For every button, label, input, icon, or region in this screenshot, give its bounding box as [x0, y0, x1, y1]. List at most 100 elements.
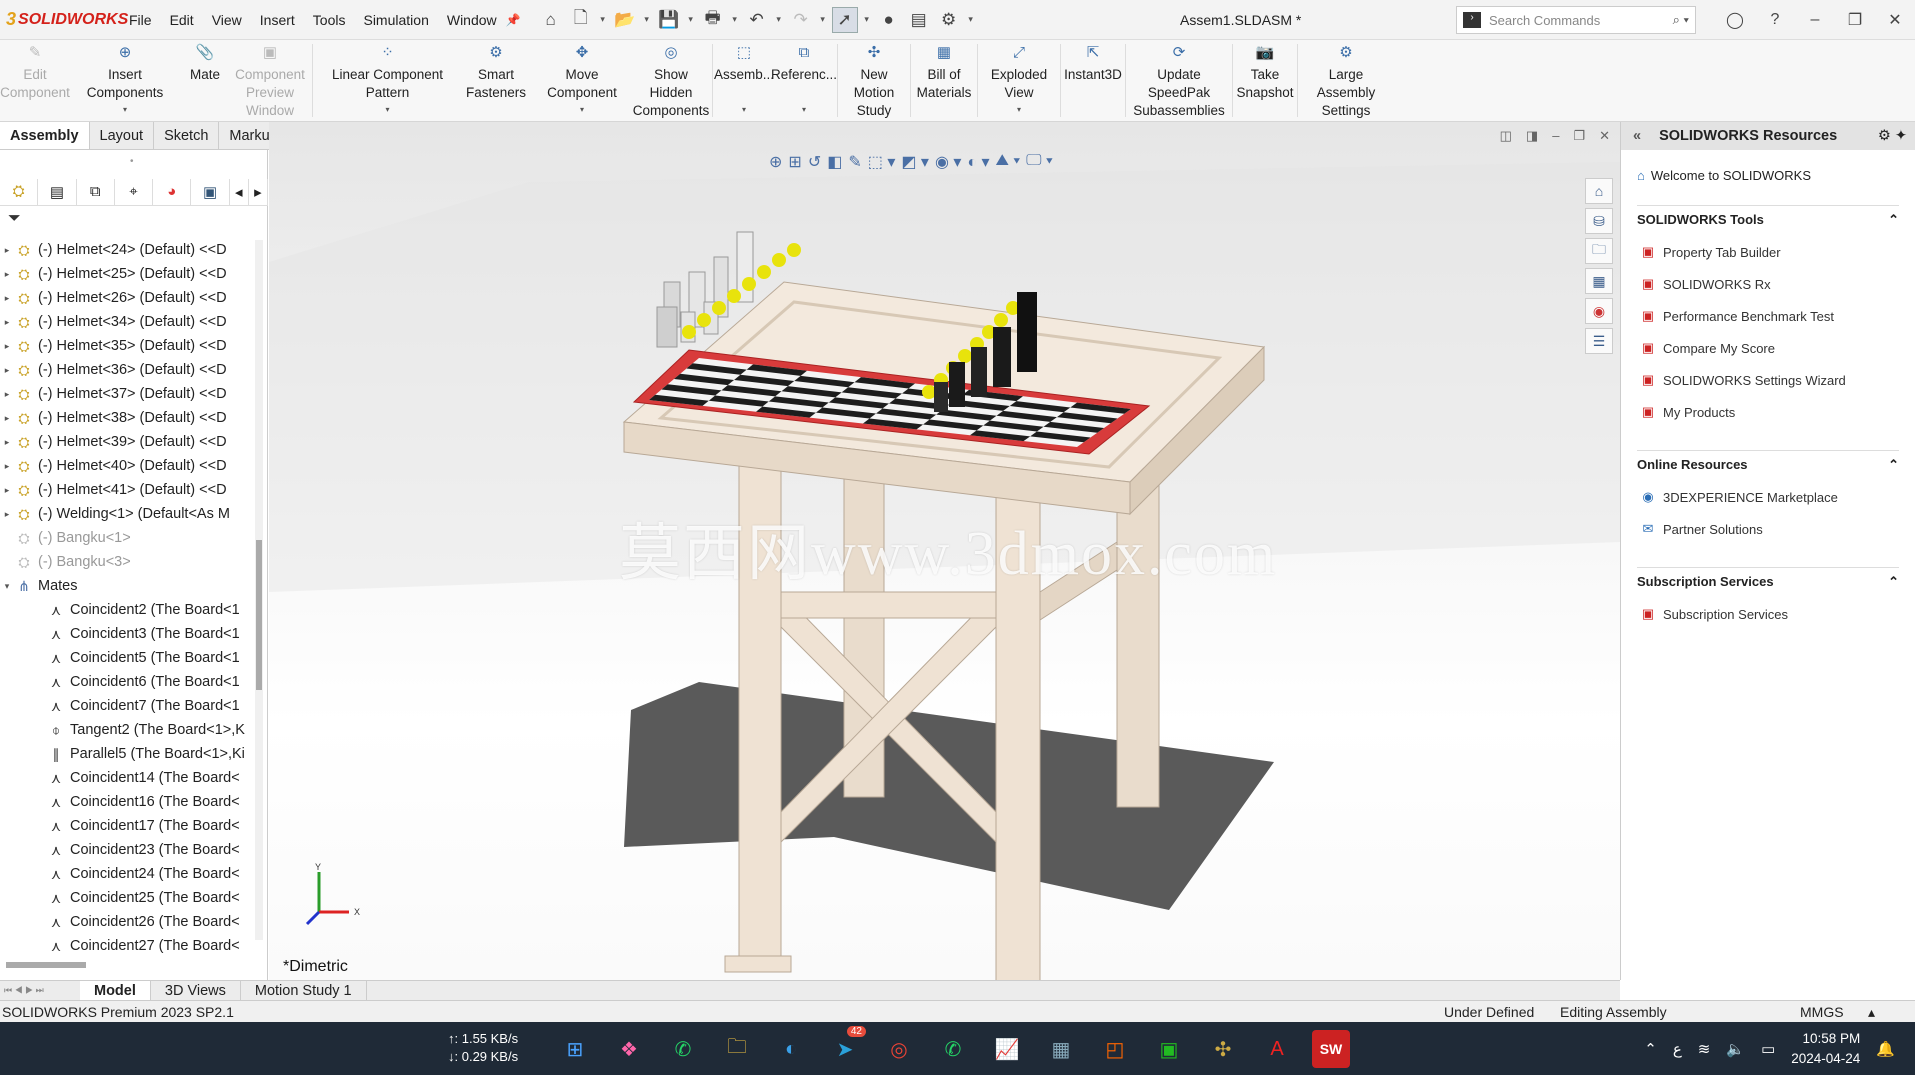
large-assembly-settings-button[interactable]: ⚙ Large Assembly Settings [1300, 40, 1392, 121]
exploded-view-button[interactable]: ⤢ Exploded View ▾ [980, 40, 1058, 121]
close-button[interactable]: ✕ [1875, 10, 1915, 30]
chevron-down-icon[interactable]: ▾ [742, 101, 746, 119]
new-motion-study-button[interactable]: ✣ New Motion Study [840, 40, 908, 121]
battery-icon[interactable]: ▭ [1761, 1040, 1775, 1058]
tree-mate-item[interactable]: ⋏ Coincident27 (The Board< [0, 934, 250, 958]
chevron-left-icon[interactable]: ◂ [230, 178, 249, 205]
expand-icon[interactable]: ▸ [0, 413, 14, 424]
chevron-up-icon[interactable]: ⌃ [1644, 1040, 1657, 1058]
chevron-down-icon[interactable]: ▾ [580, 101, 584, 119]
undo-icon[interactable]: ↶ [744, 7, 770, 33]
tree-component-item[interactable]: ▸ ⛭ (-) Helmet<37> (Default) <<D [0, 382, 250, 406]
menu-window[interactable]: Window [438, 0, 506, 40]
tree-horizontal-scrollbar[interactable] [6, 962, 86, 968]
chevron-down-icon[interactable]: ▾ [802, 101, 806, 119]
section-header[interactable]: Subscription Services ⌃ [1637, 574, 1899, 590]
expand-icon[interactable]: ▸ [0, 509, 14, 520]
assembly-features-button[interactable]: ⬚ Assemb... ▾ [714, 40, 774, 121]
pin-icon[interactable]: 📌 [506, 13, 521, 27]
graphics-viewport[interactable]: ⊕ ⊞ ↺ ◧ ✎ ⬚ ▾ ◩ ▾ ◉ ▾ ◐ ▾ ⛰ ▾ 🖵 ▾ ◫ ◨ – … [269, 122, 1620, 980]
tree-component-item[interactable]: ▸ ⛭ (-) Welding<1> (Default<As M [0, 502, 250, 526]
status-units[interactable]: MMGS [1800, 1001, 1844, 1023]
tab-scroll-controls[interactable]: ⏮ ◀ ▶ ⏭ [0, 981, 80, 1001]
tree-mate-item[interactable]: ⋏ Coincident3 (The Board<1 [0, 622, 250, 646]
options-gear-icon[interactable]: ⚙ [936, 7, 962, 33]
tab-assembly[interactable]: Assembly [0, 122, 90, 149]
expand-icon[interactable]: ▸ [0, 485, 14, 496]
cam-tab-icon[interactable]: ▣ [191, 178, 230, 205]
tab-model[interactable]: Model [80, 980, 151, 1001]
chevron-right-icon[interactable]: ▸ [249, 178, 268, 205]
tree-mate-item[interactable]: ⋏ Coincident2 (The Board<1 [0, 598, 250, 622]
custom-properties-icon[interactable]: ☰ [1585, 328, 1613, 354]
tree-component-item[interactable]: ▸ ⛭ (-) Helmet<36> (Default) <<D [0, 358, 250, 382]
tab-3d-views[interactable]: 3D Views [151, 980, 241, 1001]
insert-components-button[interactable]: ⊕ Insert Components ▾ [70, 40, 180, 121]
tree-mate-item[interactable]: ⋏ Coincident24 (The Board< [0, 862, 250, 886]
design-library-icon[interactable]: ⛁ [1585, 208, 1613, 234]
tab-sketch[interactable]: Sketch [154, 122, 220, 149]
save-icon[interactable]: 💾 [656, 7, 682, 33]
property-manager-tab-icon[interactable]: ▤ [38, 178, 77, 205]
tree-component-item[interactable]: ▸ ⛭ (-) Helmet<39> (Default) <<D [0, 430, 250, 454]
tree-component-item[interactable]: ▸ ⛭ (-) Helmet<25> (Default) <<D [0, 262, 250, 286]
splitter-handle[interactable]: • [130, 156, 134, 167]
menu-tools[interactable]: Tools [304, 0, 355, 40]
chevron-down-icon[interactable]: ▾ [1017, 101, 1021, 119]
tree-component-item[interactable]: ▸ ⛭ (-) Helmet<41> (Default) <<D [0, 478, 250, 502]
tree-component-item[interactable]: ▸ ⛭ (-) Helmet<35> (Default) <<D [0, 334, 250, 358]
menu-edit[interactable]: Edit [161, 0, 203, 40]
expand-icon[interactable]: ▸ [0, 269, 14, 280]
smart-fasteners-button[interactable]: ⚙ Smart Fasteners [460, 40, 532, 121]
chevron-down-icon[interactable]: ▾ [966, 14, 976, 25]
welcome-link[interactable]: ⌂ Welcome to SOLIDWORKS [1637, 168, 1915, 183]
acrobat-icon[interactable]: A [1258, 1030, 1296, 1068]
collapse-icon[interactable]: ⌃ [1888, 574, 1899, 590]
menu-file[interactable]: File [120, 0, 161, 40]
chevron-down-icon[interactable]: ▾ [598, 14, 608, 25]
start-icon[interactable]: ⊞ [556, 1030, 594, 1068]
print-icon[interactable]: 🖶 [700, 7, 726, 33]
tree-hidden-component-item[interactable]: ⛭ (-) Bangku<1> [0, 526, 250, 550]
tree-mate-item[interactable]: ⋏ Coincident16 (The Board< [0, 790, 250, 814]
language-indicator[interactable]: ع [1673, 1040, 1682, 1058]
resource-link[interactable]: ▣ Performance Benchmark Test [1637, 300, 1899, 332]
resource-link[interactable]: ▣ My Products [1637, 396, 1899, 428]
edge-icon[interactable]: ◐ [772, 1030, 810, 1068]
collapse-pane-icon[interactable]: « [1633, 128, 1641, 144]
open-icon[interactable]: 📂 [612, 7, 638, 33]
take-snapshot-button[interactable]: 📷 Take Snapshot [1235, 40, 1295, 121]
search-icon[interactable]: ⌕ ▾ [1673, 12, 1689, 28]
tree-component-item[interactable]: ▸ ⛭ (-) Helmet<38> (Default) <<D [0, 406, 250, 430]
file-explorer-icon[interactable]: 🗀 [1585, 238, 1613, 264]
tree-component-item[interactable]: ▸ ⛭ (-) Helmet<24> (Default) <<D [0, 238, 250, 262]
puzzle-app-icon[interactable]: ✣ [1204, 1030, 1242, 1068]
chevron-down-icon[interactable]: ▾ [385, 101, 389, 119]
expand-icon[interactable]: ▸ [0, 461, 14, 472]
section-header[interactable]: Online Resources ⌃ [1637, 457, 1899, 473]
menu-insert[interactable]: Insert [251, 0, 304, 40]
minimize-button[interactable]: – [1795, 11, 1835, 29]
expand-icon[interactable]: ▸ [0, 341, 14, 352]
component-preview-window-button[interactable]: ▣ Component Preview Window [230, 40, 310, 121]
solidworks-logo[interactable]: 3 SOLIDWORKS [0, 0, 128, 40]
tree-mate-item[interactable]: ⋏ Coincident5 (The Board<1 [0, 646, 250, 670]
view-palette-icon[interactable]: ▦ [1585, 268, 1613, 294]
office-app-icon[interactable]: ◰ [1096, 1030, 1134, 1068]
edit-component-button[interactable]: ✎ Edit Component [0, 40, 70, 121]
copilot-icon[interactable]: ❖ [610, 1030, 648, 1068]
instant3d-button[interactable]: ⇱ Instant3D [1063, 40, 1123, 121]
file-properties-icon[interactable]: ▤ [906, 7, 932, 33]
file-explorer-icon[interactable]: 🗀 [718, 1030, 756, 1068]
expand-icon[interactable]: ▸ [0, 389, 14, 400]
collapse-icon[interactable]: ⌃ [1888, 212, 1899, 228]
tab-layout[interactable]: Layout [90, 122, 155, 149]
tree-mate-item[interactable]: ⋏ Coincident14 (The Board< [0, 766, 250, 790]
configuration-manager-tab-icon[interactable]: ⧉ [77, 178, 115, 205]
tree-component-item[interactable]: ▸ ⛭ (-) Helmet<26> (Default) <<D [0, 286, 250, 310]
expand-icon[interactable]: ▸ [0, 437, 14, 448]
tree-mate-item[interactable]: ⋏ Coincident23 (The Board< [0, 838, 250, 862]
chevron-down-icon[interactable]: ▾ [862, 14, 872, 25]
resource-link[interactable]: ▣ SOLIDWORKS Settings Wizard [1637, 364, 1899, 396]
user-icon[interactable]: ◯ [1715, 10, 1755, 30]
